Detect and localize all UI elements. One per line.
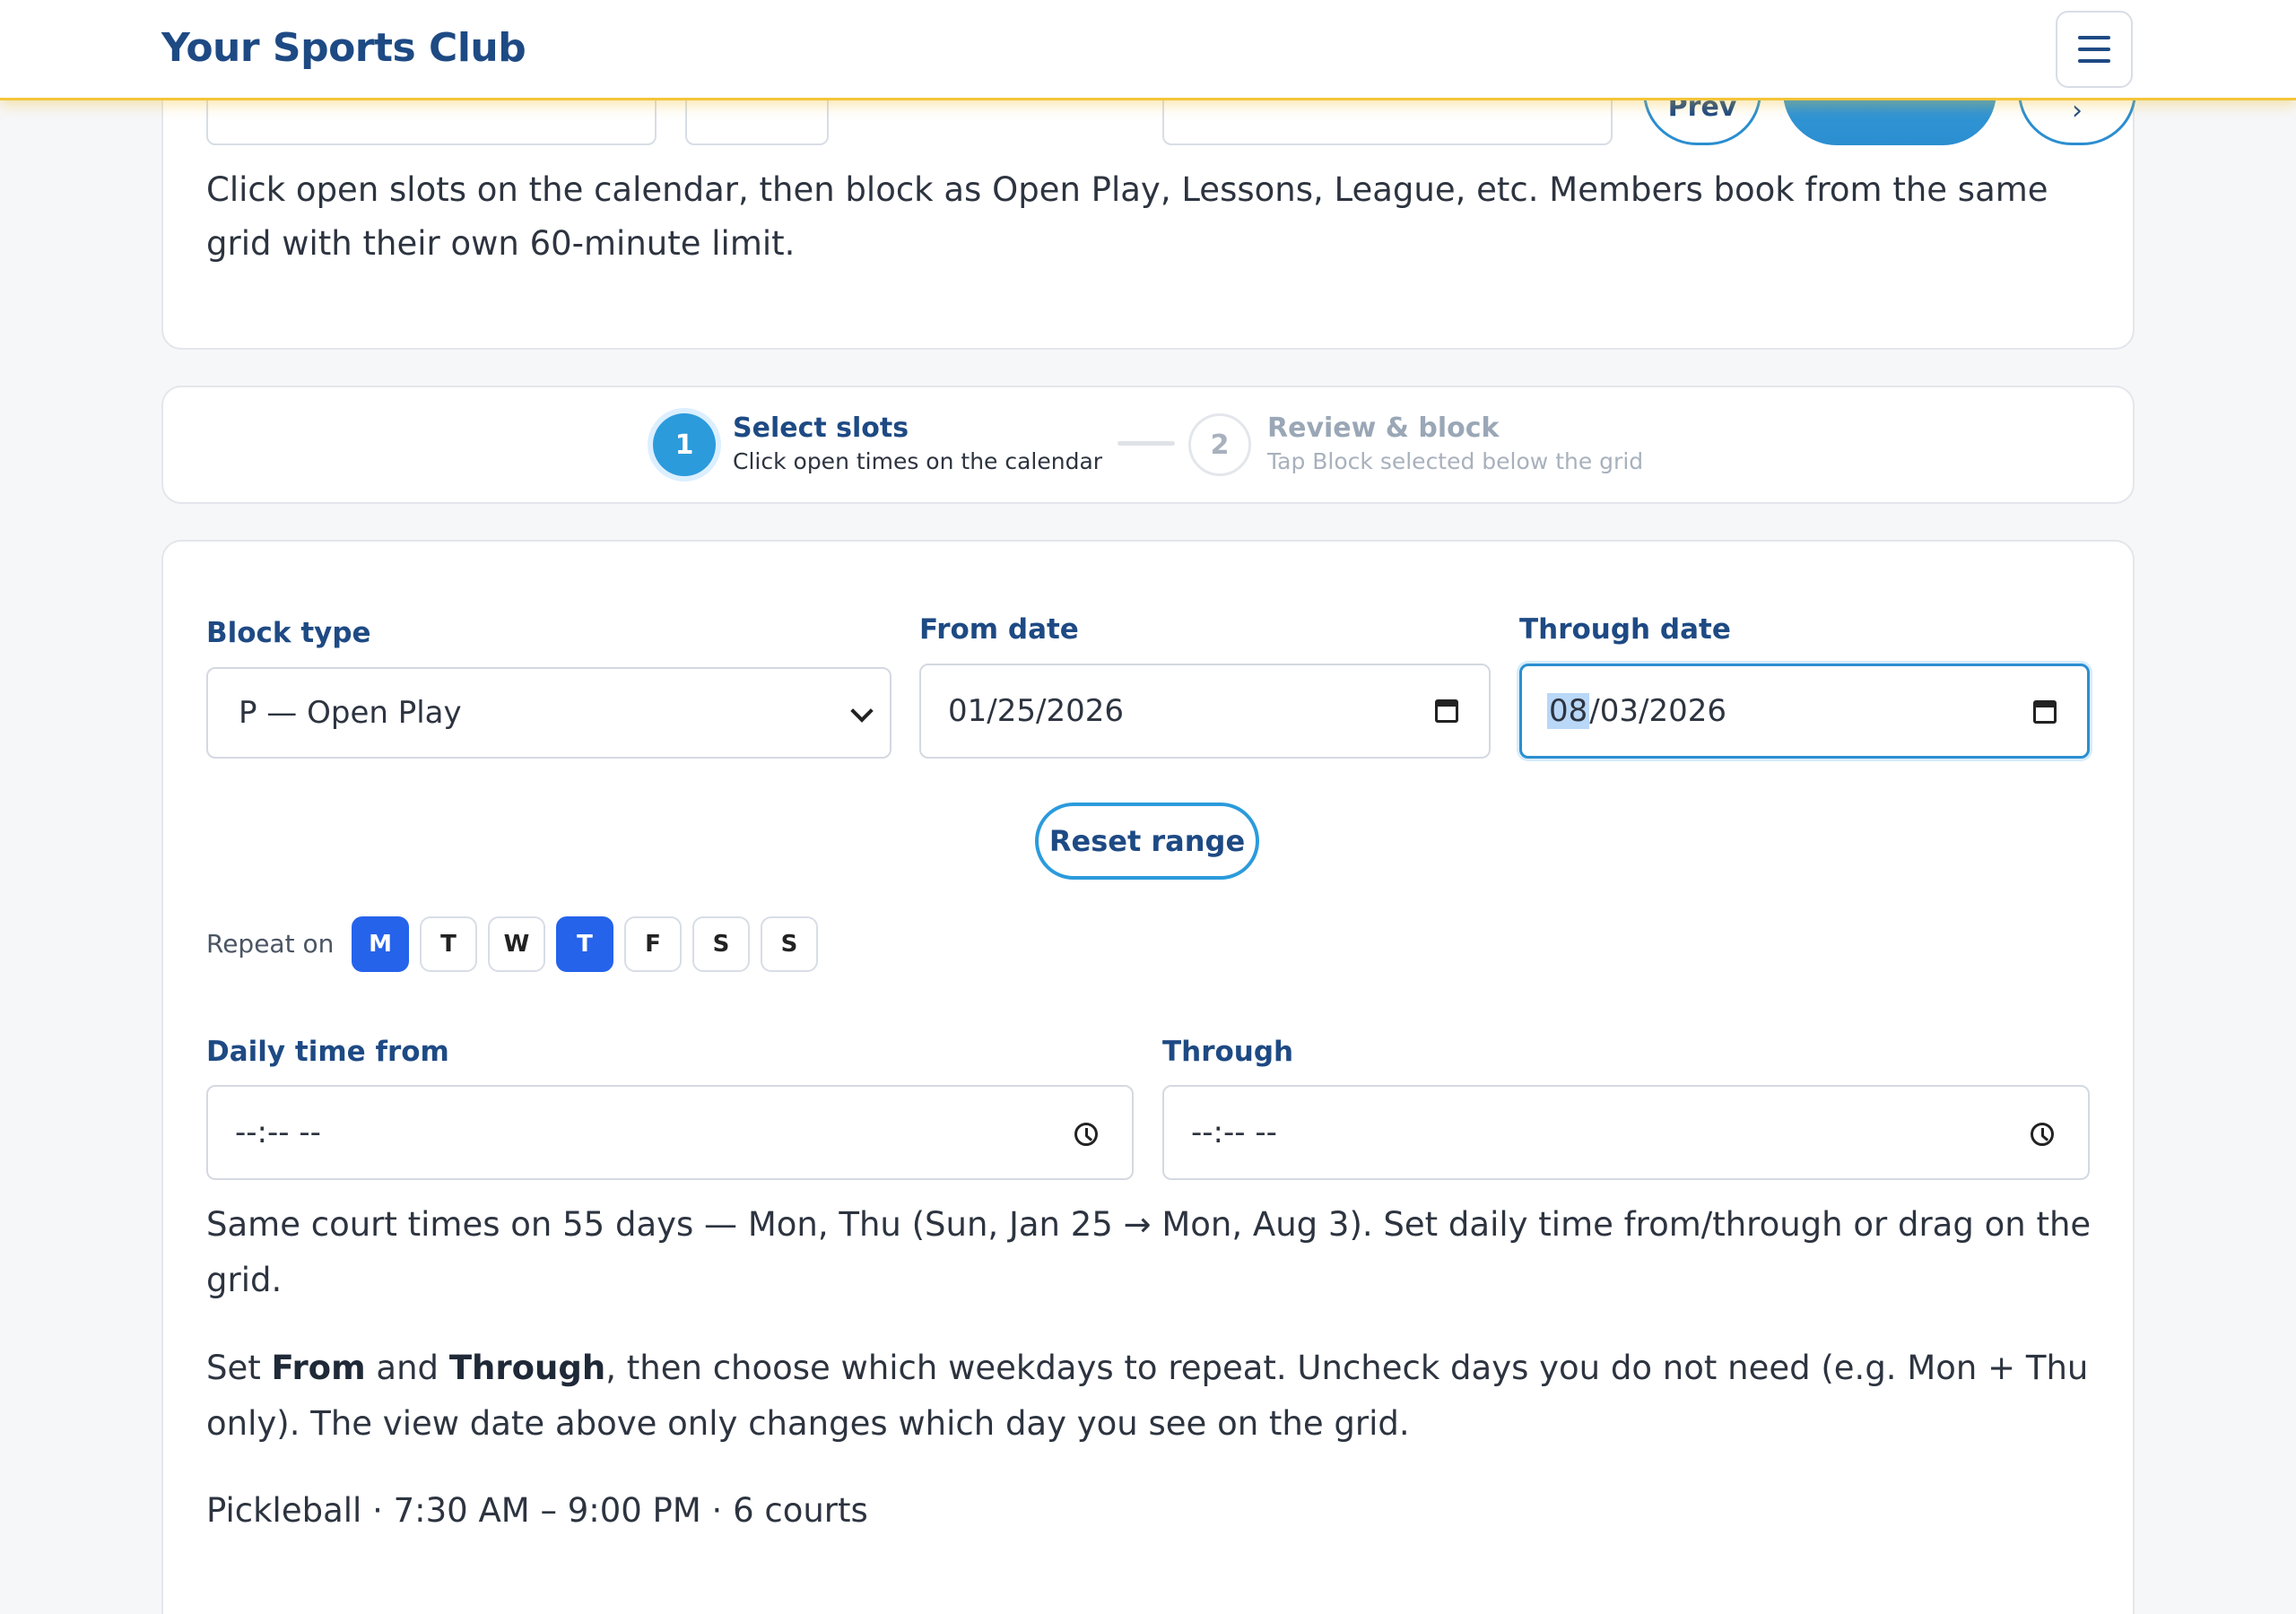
from-date-label: From date	[919, 613, 1079, 646]
daily-time-from-input[interactable]: --:-- --	[206, 1085, 1134, 1180]
hamburger-menu-button[interactable]	[2056, 11, 2133, 88]
top-nav-bar: Your Sports Club	[0, 0, 2296, 100]
step-connector	[1118, 441, 1175, 446]
brand-logo-text[interactable]: Your Sports Club	[161, 25, 526, 71]
day-toggle-fri[interactable]: F	[624, 916, 682, 972]
step-2-title: Review & block	[1267, 412, 1500, 444]
day-toggle-thu[interactable]: T	[556, 916, 613, 972]
from-date-value: 01/25/2026	[948, 693, 1124, 729]
menu-icon	[2078, 36, 2110, 63]
reset-range-button[interactable]: Reset range	[1035, 803, 1259, 880]
day-toggle-sun[interactable]: S	[761, 916, 818, 972]
through-date-input[interactable]: 08/03/2026	[1519, 664, 2090, 759]
daily-time-from-value: --:-- --	[235, 1115, 321, 1150]
block-type-label: Block type	[206, 617, 371, 649]
step-1-indicator: 1	[653, 413, 716, 476]
daily-time-through-label: Through	[1162, 1036, 1294, 1068]
chevron-down-icon	[850, 699, 874, 723]
range-summary-text: Same court times on 55 days — Mon, Thu (…	[206, 1205, 2092, 1299]
daily-time-through-input[interactable]: --:-- --	[1162, 1085, 2090, 1180]
clock-icon[interactable]	[2031, 1123, 2054, 1146]
day-toggle-sat[interactable]: S	[692, 916, 750, 972]
clock-icon[interactable]	[1074, 1123, 1098, 1146]
through-date-month-segment[interactable]: 08	[1547, 693, 1590, 729]
through-date-value: 08/03/2026	[1547, 693, 1726, 729]
block-type-select[interactable]: P — Open Play	[206, 667, 891, 759]
facility-info-text: Pickleball · 7:30 AM – 9:00 PM · 6 court…	[206, 1491, 868, 1530]
from-date-input[interactable]: 01/25/2026	[919, 664, 1491, 759]
help-text: Set From and Through, then choose which …	[206, 1349, 2089, 1443]
day-toggle-wed[interactable]: W	[488, 916, 545, 972]
block-type-value: P — Open Play	[239, 695, 462, 731]
through-date-rest: /03/2026	[1589, 693, 1726, 729]
through-date-label: Through date	[1519, 613, 1731, 646]
day-toggle-tue[interactable]: T	[420, 916, 477, 972]
calendar-icon[interactable]	[2033, 700, 2057, 724]
step-2-indicator: 2	[1188, 413, 1251, 476]
calendar-icon[interactable]	[1435, 699, 1458, 723]
step-2-subtitle: Tap Block selected below the grid	[1267, 448, 1644, 474]
step-1-title: Select slots	[733, 412, 909, 444]
daily-time-through-value: --:-- --	[1191, 1115, 1277, 1150]
intro-text: Click open slots on the calendar, then b…	[206, 170, 2048, 263]
daily-time-from-label: Daily time from	[206, 1036, 449, 1068]
day-toggle-mon[interactable]: M	[352, 916, 409, 972]
repeat-on-label: Repeat on	[206, 929, 335, 959]
step-1-subtitle: Click open times on the calendar	[733, 448, 1103, 474]
